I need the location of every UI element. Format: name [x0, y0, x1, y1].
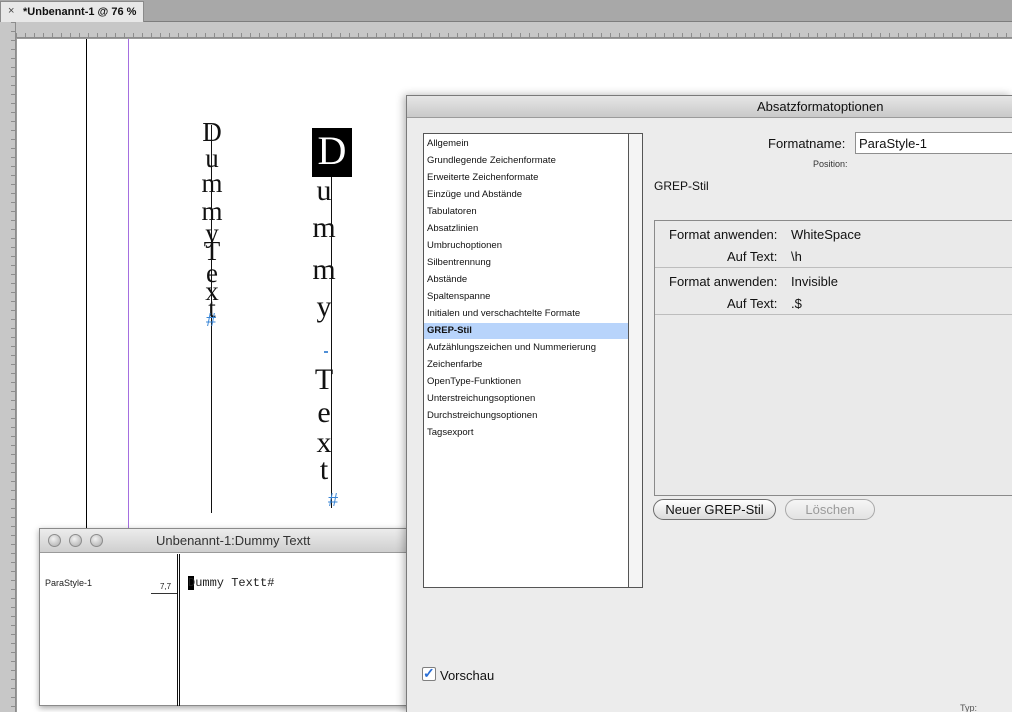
- apply-format-value[interactable]: WhiteSpace: [791, 227, 861, 242]
- category-item-tagsexport[interactable]: Tagsexport: [424, 425, 628, 441]
- category-item-initialen[interactable]: Initialen und verschachtelte Formate: [424, 306, 628, 322]
- category-list[interactable]: Allgemein Grundlegende Zeichenformate Er…: [423, 133, 629, 588]
- dialog-titlebar[interactable]: Absatzformatoptionen: [407, 96, 1012, 118]
- frame-1-char: D: [202, 117, 222, 147]
- category-item-absatzlinien[interactable]: Absatzlinien: [424, 221, 628, 237]
- formatname-label: Formatname:: [768, 136, 846, 151]
- type-label: Typ:: [960, 703, 978, 712]
- category-item-erweiterte-zeichenformate[interactable]: Erweiterte Zeichenformate: [424, 170, 628, 186]
- close-window-icon[interactable]: [48, 534, 61, 547]
- zoom-window-icon[interactable]: [90, 534, 103, 547]
- section-title: GREP-Stil: [654, 179, 709, 193]
- horizontal-ruler[interactable]: [16, 22, 1012, 38]
- to-text-label: Auf Text:: [727, 249, 778, 264]
- category-item-spaltenspanne[interactable]: Spaltenspanne: [424, 289, 628, 305]
- to-text-value[interactable]: .$: [791, 296, 802, 311]
- category-item-aufzaehlungszeichen[interactable]: Aufzählungszeichen und Nummerierung: [424, 340, 628, 356]
- delete-button[interactable]: Löschen: [785, 499, 875, 520]
- category-list-scrollbar[interactable]: [629, 133, 643, 588]
- grep-rule[interactable]: Format anwenden: WhiteSpace Auf Text: \h: [655, 221, 1012, 268]
- category-item-unterstreichungsoptionen[interactable]: Unterstreichungsoptionen: [424, 391, 628, 407]
- apply-format-label: Format anwenden:: [669, 227, 778, 242]
- frame-2-char: y: [316, 290, 332, 323]
- preview-checkbox[interactable]: ✓: [422, 665, 436, 681]
- story-editor-window[interactable]: Unbenannt-1:Dummy Textt ParaStyle-1 7,7 …: [39, 528, 411, 706]
- frame-2-char: t: [319, 453, 329, 486]
- frame-2-char: m: [312, 253, 336, 286]
- category-item-tabulatoren[interactable]: Tabulatoren: [424, 204, 628, 220]
- new-grep-style-button[interactable]: Neuer GREP-Stil: [653, 499, 776, 520]
- story-editor-titlebar[interactable]: Unbenannt-1:Dummy Textt: [40, 529, 410, 553]
- category-item-allgemein[interactable]: Allgemein: [424, 136, 628, 152]
- to-text-label: Auf Text:: [727, 296, 778, 311]
- category-item-abstaende[interactable]: Abstände: [424, 272, 628, 288]
- column-divider[interactable]: [177, 554, 180, 706]
- document-tab-bar: × *Unbenannt-1 @ 76 %: [0, 0, 1012, 22]
- space-marker: [324, 351, 328, 353]
- paragraph-style-options-dialog[interactable]: Absatzformatoptionen Allgemein Grundlege…: [406, 95, 1012, 712]
- category-item-durchstreichungsoptionen[interactable]: Durchstreichungsoptionen: [424, 408, 628, 424]
- category-item-umbruchoptionen[interactable]: Umbruchoptionen: [424, 238, 628, 254]
- paragraph-style-name: ParaStyle-1: [45, 578, 93, 588]
- grep-style-list[interactable]: Format anwenden: WhiteSpace Auf Text: \h…: [654, 220, 1012, 496]
- margin-guide: [86, 39, 87, 539]
- grep-rule[interactable]: Format anwenden: Invisible Auf Text: .$: [655, 268, 1012, 315]
- dialog-title: Absatzformatoptionen: [757, 99, 884, 114]
- frame-1-end-marker: #: [206, 310, 217, 330]
- category-item-einzuege-und-abstaende[interactable]: Einzüge und Abstände: [424, 187, 628, 203]
- apply-format-value[interactable]: Invisible: [791, 274, 838, 289]
- depth-ruler-line: [151, 593, 177, 594]
- frame-2-end-marker: #: [328, 490, 339, 510]
- preview-label[interactable]: Vorschau: [440, 668, 494, 683]
- frame-1-char: m: [201, 168, 223, 198]
- frame-2-char: T: [314, 363, 334, 396]
- vertical-ruler[interactable]: [0, 22, 16, 712]
- category-item-grundlegende-zeichenformate[interactable]: Grundlegende Zeichenformate: [424, 153, 628, 169]
- story-editor-title: Unbenannt-1:Dummy Textt: [156, 533, 311, 548]
- position-label: Position:: [813, 159, 848, 169]
- column-guide: [128, 39, 129, 539]
- checkmark-icon: ✓: [423, 665, 435, 681]
- category-item-grep-stil[interactable]: GREP-Stil: [424, 323, 628, 339]
- category-item-zeichenfarbe[interactable]: Zeichenfarbe: [424, 357, 628, 373]
- minimize-window-icon[interactable]: [69, 534, 82, 547]
- category-item-silbentrennung[interactable]: Silbentrennung: [424, 255, 628, 271]
- to-text-value[interactable]: \h: [791, 249, 802, 264]
- close-tab-icon[interactable]: ×: [8, 5, 14, 17]
- document-tab-title: *Unbenannt-1 @ 76 %: [23, 6, 137, 18]
- category-item-opentype-funktionen[interactable]: OpenType-Funktionen: [424, 374, 628, 390]
- story-text[interactable]: Dummy Textt#: [188, 576, 274, 590]
- style-name-column: ParaStyle-1 7,7: [40, 554, 178, 705]
- apply-format-label: Format anwenden:: [669, 274, 778, 289]
- frame-2-char: e: [317, 396, 331, 429]
- frame-2-char: u: [316, 174, 332, 207]
- depth-ruler-value: 7,7: [160, 582, 172, 591]
- frame-2-char: m: [312, 211, 336, 244]
- formatname-field[interactable]: [855, 132, 1012, 154]
- document-tab[interactable]: × *Unbenannt-1 @ 76 %: [0, 1, 144, 22]
- selected-char-d[interactable]: D: [312, 128, 352, 177]
